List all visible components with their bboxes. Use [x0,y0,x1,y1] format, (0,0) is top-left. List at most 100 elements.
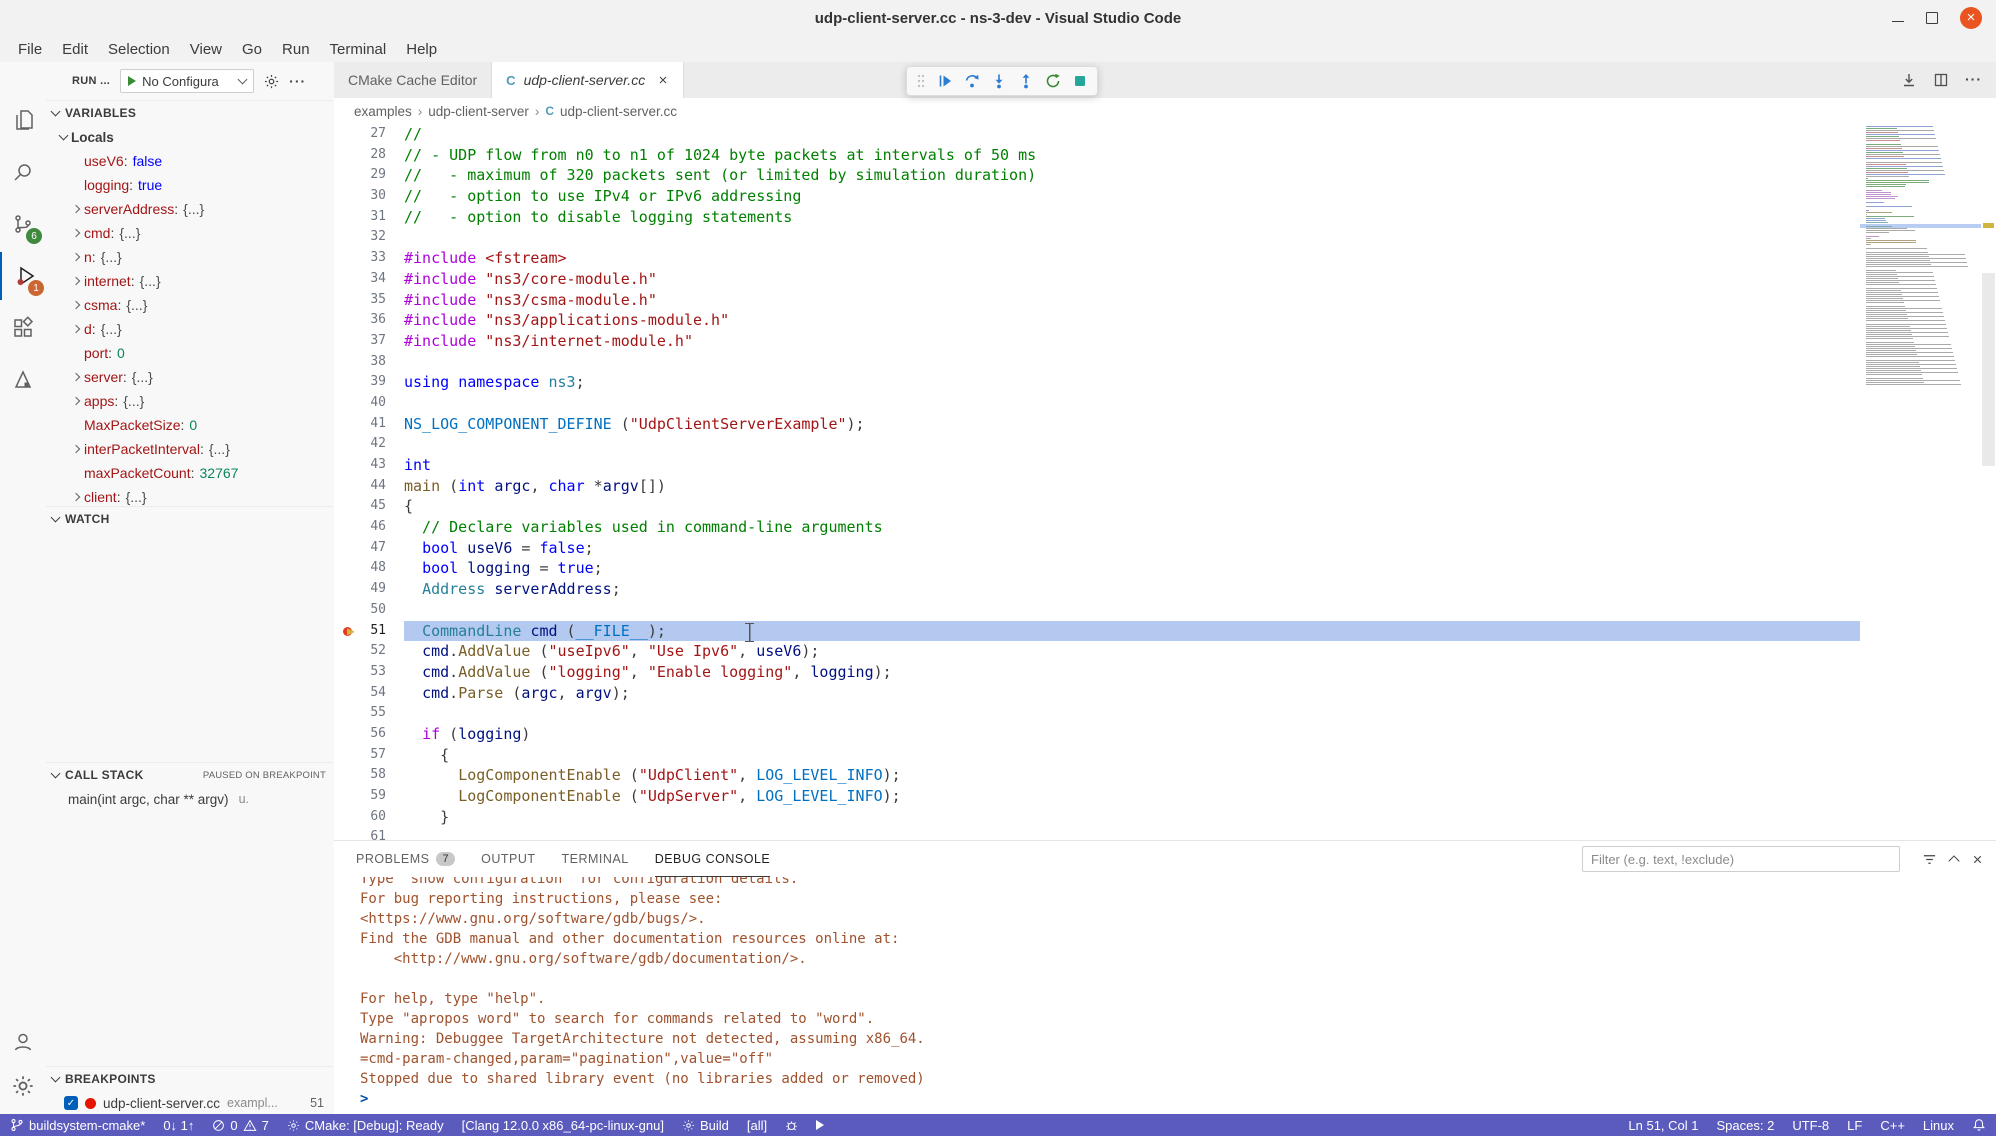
code-line[interactable]: 37#include "ns3/internet-module.h" [334,331,1996,352]
code-line[interactable]: 38 [334,352,1996,373]
accounts-icon[interactable] [0,1018,46,1066]
close-tab-icon[interactable] [657,74,669,86]
menu-edit[interactable]: Edit [52,41,98,58]
breadcrumb-item[interactable]: udp-client-server.cc [560,104,677,119]
panel-tab-problems[interactable]: PROBLEMS7 [356,841,455,877]
chevron-right-icon[interactable] [68,278,84,284]
code-line[interactable]: 59 LogComponentEnable ("UdpServer", LOG_… [334,786,1996,807]
chevron-right-icon[interactable] [68,374,84,380]
start-debug-icon[interactable] [128,76,136,86]
code-line[interactable]: 48 bool logging = true; [334,558,1996,579]
code-line[interactable]: 35#include "ns3/csma-module.h" [334,290,1996,311]
close-icon[interactable] [1960,7,1982,29]
variable-row[interactable]: interPacketInterval:{...} [46,437,334,461]
cmake-status[interactable]: CMake: [Debug]: Ready [287,1118,444,1133]
code-line[interactable]: 61 [334,827,1996,841]
debug-target-icon[interactable] [785,1119,798,1132]
code-line[interactable]: 27// [334,124,1996,145]
filter-icon[interactable] [1922,852,1937,867]
chevron-right-icon[interactable] [68,254,84,260]
os-status[interactable]: Linux [1923,1118,1954,1133]
maximize-icon[interactable] [1926,12,1938,24]
code-line[interactable]: 54 cmd.Parse (argc, argv); [334,683,1996,704]
code-line[interactable]: 57 { [334,745,1996,766]
split-editor-icon[interactable] [1933,72,1949,88]
source-control-icon[interactable]: 6 [0,200,46,248]
menu-go[interactable]: Go [232,41,272,58]
step-out-icon[interactable] [1018,73,1034,89]
minimize-icon[interactable] [1892,20,1904,22]
step-over-icon[interactable] [964,73,980,89]
chevron-up-icon[interactable] [1948,855,1959,866]
toolbar-grip-icon[interactable] [916,73,926,89]
cmake-icon[interactable] [0,356,46,404]
stop-icon[interactable] [1072,73,1088,89]
code-line[interactable]: 34#include "ns3/core-module.h" [334,269,1996,290]
code-line[interactable]: 60 } [334,807,1996,828]
build-target-button[interactable]: [all] [747,1118,767,1133]
filter-input[interactable] [1582,846,1900,872]
variable-row[interactable]: MaxPacketSize:0 [46,413,334,437]
chevron-right-icon[interactable] [68,230,84,236]
menu-view[interactable]: View [180,41,232,58]
search-icon[interactable] [0,148,46,196]
code-line[interactable]: 36#include "ns3/applications-module.h" [334,310,1996,331]
variable-row[interactable]: server:{...} [46,365,334,389]
code-line[interactable]: 47 bool useV6 = false; [334,538,1996,559]
code-line[interactable]: 46 // Declare variables used in command-… [334,517,1996,538]
code-line[interactable]: 55 [334,703,1996,724]
variable-row[interactable]: internet:{...} [46,269,334,293]
more-actions-icon[interactable] [1965,71,1982,89]
code-line[interactable]: 29// - maximum of 320 packets sent (or l… [334,165,1996,186]
indentation-status[interactable]: Spaces: 2 [1717,1118,1775,1133]
code-line[interactable]: 33#include <fstream> [334,248,1996,269]
encoding-status[interactable]: UTF-8 [1792,1118,1829,1133]
continue-icon[interactable] [937,73,953,89]
kit-status[interactable]: [Clang 12.0.0 x86_64-pc-linux-gnu] [462,1118,664,1133]
code-line[interactable]: 53 cmd.AddValue ("logging", "Enable logg… [334,662,1996,683]
menu-run[interactable]: Run [272,41,320,58]
variable-row[interactable]: cmd:{...} [46,221,334,245]
close-panel-icon[interactable] [1971,853,1984,866]
menu-terminal[interactable]: Terminal [320,41,397,58]
variable-row[interactable]: n:{...} [46,245,334,269]
panel-tab-output[interactable]: OUTPUT [481,841,535,877]
variable-row[interactable]: csma:{...} [46,293,334,317]
code-line[interactable]: 32 [334,227,1996,248]
code-editor[interactable]: 27//28// - UDP flow from n0 to n1 of 102… [334,124,1996,841]
language-status[interactable]: C++ [1880,1118,1905,1133]
sync-status[interactable]: 0↓ 1↑ [163,1118,194,1133]
git-branch-status[interactable]: buildsystem-cmake* [10,1118,145,1133]
stack-frame-row[interactable]: main(int argc, char ** argv) u. [46,787,334,811]
breadcrumb-item[interactable]: udp-client-server [428,104,529,119]
code-line[interactable]: 31// - option to disable logging stateme… [334,207,1996,228]
scrollbar-thumb[interactable] [1982,273,1995,466]
launch-target-icon[interactable] [816,1120,824,1130]
explorer-icon[interactable] [0,96,46,144]
variable-row[interactable]: apps:{...} [46,389,334,413]
watch-header[interactable]: WATCH [46,506,334,531]
chevron-right-icon[interactable] [68,446,84,452]
tab-cmake-cache-editor[interactable]: CMake Cache Editor [334,62,492,98]
run-and-debug-icon[interactable]: 1 [0,252,48,300]
debug-config-dropdown[interactable]: No Configura [120,69,254,93]
breadcrumb-item[interactable]: examples [354,104,412,119]
eol-status[interactable]: LF [1847,1118,1862,1133]
panel-tab-terminal[interactable]: TERMINAL [561,841,628,877]
code-line[interactable]: 28// - UDP flow from n0 to n1 of 1024 by… [334,145,1996,166]
code-line[interactable]: 58 LogComponentEnable ("UdpClient", LOG_… [334,765,1996,786]
callstack-header[interactable]: CALL STACK PAUSED ON BREAKPOINT [46,762,334,787]
more-actions-icon[interactable] [289,73,306,89]
variables-header[interactable]: VARIABLES [46,100,334,125]
code-line[interactable]: 42 [334,434,1996,455]
variable-row[interactable]: d:{...} [46,317,334,341]
code-line[interactable]: 40 [334,393,1996,414]
variable-row[interactable]: useV6:false [46,149,334,173]
extensions-icon[interactable] [0,304,46,352]
code-line[interactable]: 52 cmd.AddValue ("useIpv6", "Use Ipv6", … [334,641,1996,662]
restart-icon[interactable] [1045,73,1061,89]
breakpoint-checkbox[interactable] [64,1096,78,1110]
step-into-icon[interactable] [991,73,1007,89]
minimap[interactable] [1860,124,1981,404]
code-line[interactable]: 43int [334,455,1996,476]
